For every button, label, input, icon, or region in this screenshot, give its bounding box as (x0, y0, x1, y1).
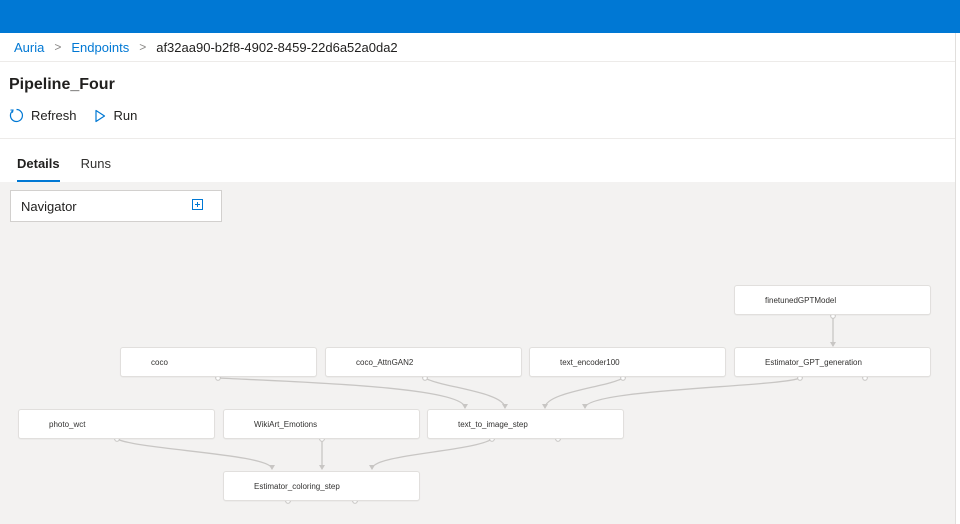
edge-text-to-image-to-coloring (371, 438, 493, 470)
refresh-button[interactable]: Refresh (9, 108, 77, 123)
node-label: text_to_image_step (458, 419, 528, 429)
tab-details[interactable]: Details (17, 156, 60, 182)
refresh-icon (9, 108, 23, 123)
run-label: Run (113, 108, 138, 123)
pipeline-canvas[interactable]: Navigator finetunedGPTModel coco coco_At… (0, 182, 955, 524)
edge-photo-wct-to-coloring (116, 438, 273, 470)
breadcrumb-current: af32aa90-b2f8-4902-8459-22d6a52a0da2 (156, 39, 398, 55)
run-button[interactable]: Run (93, 108, 138, 123)
tab-runs[interactable]: Runs (81, 156, 111, 182)
edge-coco-to-text-to-image (217, 377, 466, 409)
edge-gpt-to-text-to-image (584, 377, 801, 409)
edge-encoder-to-text-to-image (544, 377, 624, 409)
node-label: Estimator_GPT_generation (765, 357, 862, 367)
pipeline-node[interactable]: text_to_image_step (427, 409, 624, 439)
pipeline-node[interactable]: Estimator_coloring_step (223, 471, 420, 501)
breadcrumb: Auria > Endpoints > af32aa90-b2f8-4902-8… (14, 33, 398, 61)
pipeline-node[interactable]: WikiArt_Emotions (223, 409, 420, 439)
node-label: finetunedGPTModel (765, 295, 837, 305)
breadcrumb-endpoints[interactable]: Endpoints (71, 40, 129, 55)
pipeline-node[interactable]: coco (120, 347, 317, 377)
right-edge (955, 33, 960, 524)
play-icon (94, 109, 105, 122)
tab-bar: Details Runs (17, 156, 132, 182)
node-label: photo_wct (49, 419, 86, 429)
pipeline-node[interactable]: finetunedGPTModel (734, 285, 931, 315)
node-label: text_encoder100 (560, 357, 620, 367)
pipeline-node[interactable]: text_encoder100 (529, 347, 726, 377)
toolbar: Refresh Run (9, 108, 153, 123)
chevron-right-icon: > (139, 40, 147, 54)
breadcrumb-auria[interactable]: Auria (14, 40, 44, 55)
divider (0, 61, 955, 62)
refresh-label: Refresh (31, 108, 77, 123)
node-label: coco_AttnGAN2 (356, 357, 414, 367)
node-label: coco (151, 357, 168, 367)
divider (0, 138, 955, 139)
node-label: Estimator_coloring_step (254, 481, 340, 491)
pipeline-node[interactable]: photo_wct (18, 409, 215, 439)
edge-attngan-to-text-to-image (424, 377, 506, 409)
chevron-right-icon: > (54, 40, 62, 54)
page-title: Pipeline_Four (9, 76, 115, 93)
pipeline-node[interactable]: Estimator_GPT_generation (734, 347, 931, 377)
pipeline-node[interactable]: coco_AttnGAN2 (325, 347, 522, 377)
node-label: WikiArt_Emotions (254, 419, 318, 429)
top-bar (0, 0, 960, 33)
